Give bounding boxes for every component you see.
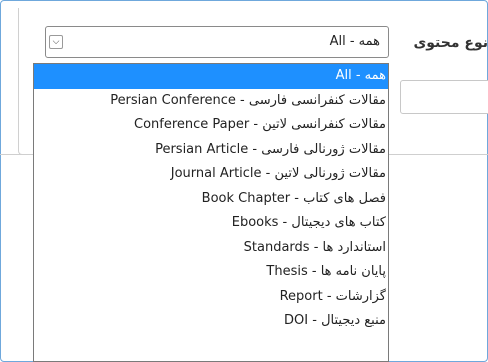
- content-type-dropdown-list[interactable]: All - همه Persian Conference - مقالات کن…: [33, 63, 389, 362]
- content-type-select[interactable]: ⌵ All - همه: [45, 26, 389, 58]
- secondary-input[interactable]: [400, 80, 488, 114]
- dropdown-option[interactable]: Persian Conference - مقالات کنفرانسی فار…: [34, 89, 388, 114]
- dropdown-option[interactable]: Book Chapter - فصل های کتاب: [34, 187, 388, 212]
- chevron-down-icon[interactable]: ⌵: [49, 35, 63, 49]
- dropdown-option[interactable]: Conference Paper - مقالات کنفرانسی لاتین: [34, 113, 388, 138]
- dropdown-option[interactable]: Thesis - پایان نامه ها: [34, 260, 388, 285]
- dropdown-option[interactable]: Journal Article - مقالات ژورنالی لاتین: [34, 162, 388, 187]
- select-current-value: All - همه: [329, 34, 380, 49]
- dropdown-option[interactable]: Report - گزارشات: [34, 285, 388, 310]
- dropdown-option[interactable]: DOI - منبع دیجیتال: [34, 309, 388, 334]
- dropdown-option[interactable]: Ebooks - کتاب های دیجیتال: [34, 211, 388, 236]
- dropdown-option[interactable]: Standards - استاندارد ها: [34, 236, 388, 261]
- dropdown-option[interactable]: Persian Article - مقالات ژورنالی فارسی: [34, 138, 388, 163]
- dropdown-option[interactable]: All - همه: [34, 64, 388, 89]
- content-type-label: نوع محتوی: [413, 35, 488, 51]
